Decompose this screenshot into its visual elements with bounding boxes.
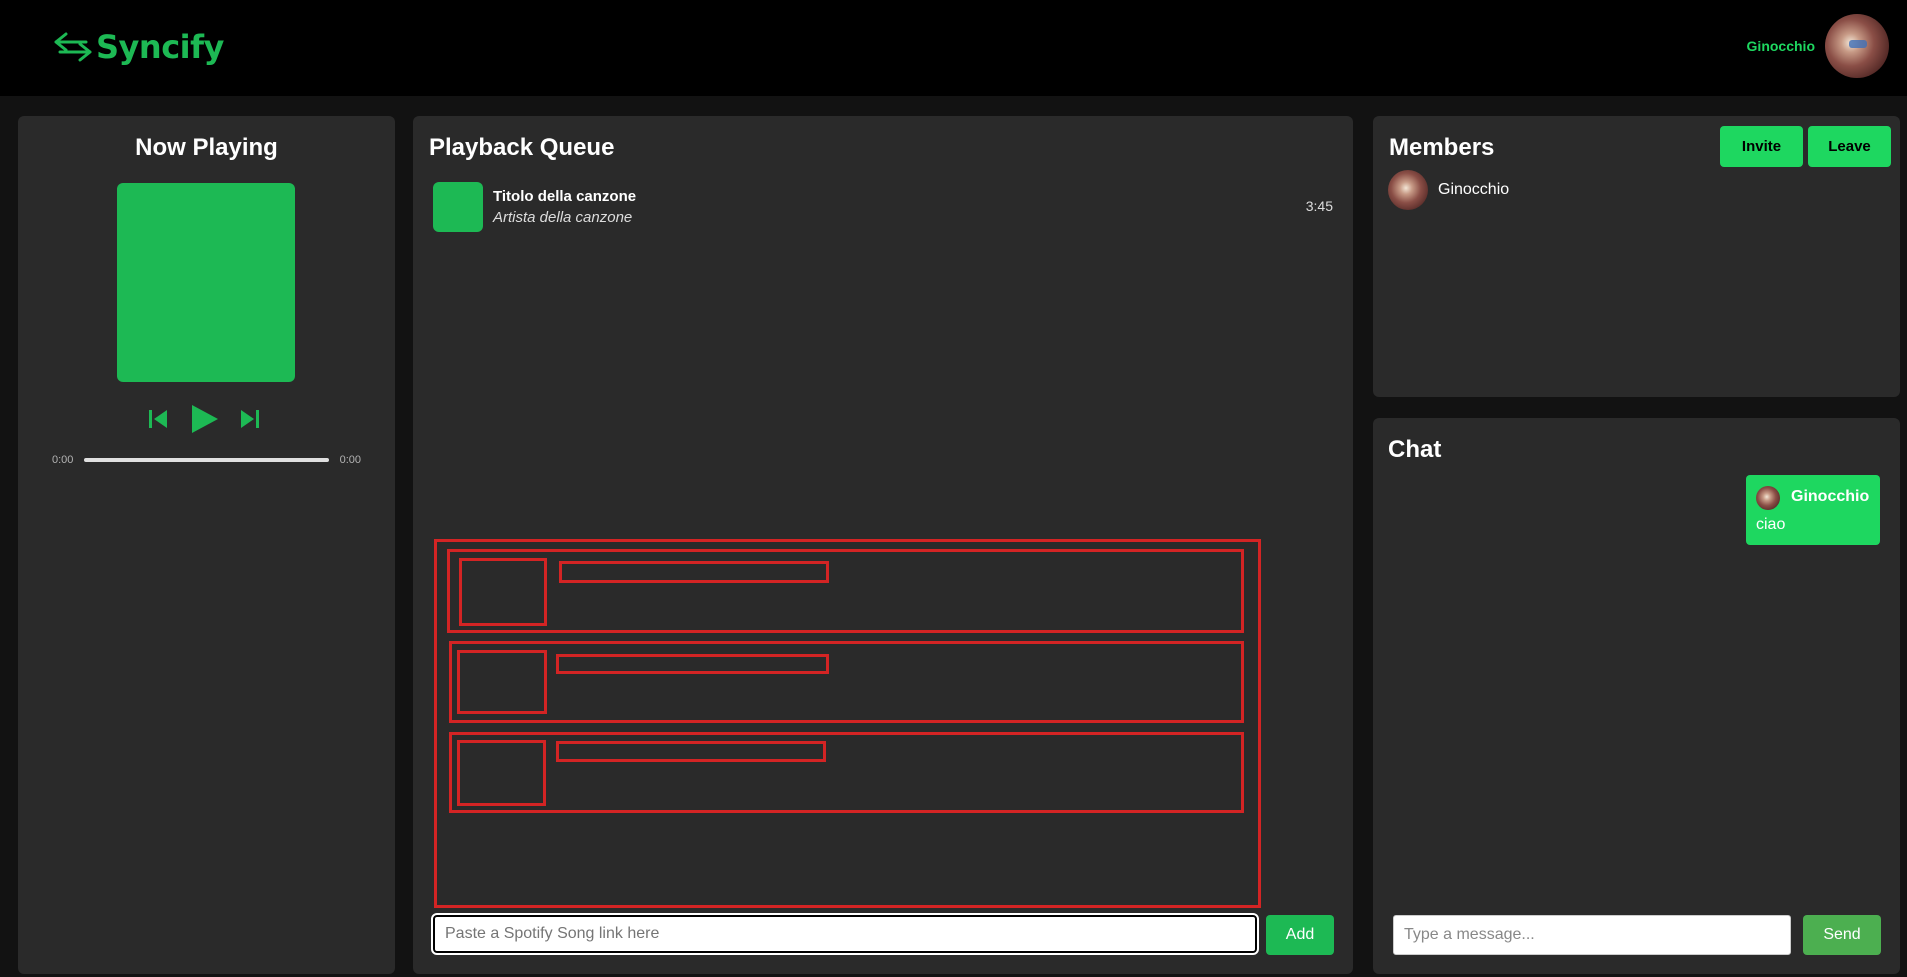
members-title: Members xyxy=(1389,134,1495,161)
current-time: 0:00 xyxy=(52,454,74,466)
app-header: Syncify Ginocchio xyxy=(0,0,1907,96)
next-icon xyxy=(241,410,259,428)
wireframe-thumb xyxy=(457,740,546,806)
queue-item-artist: Artista della canzone xyxy=(493,209,633,226)
previous-icon xyxy=(149,410,167,428)
play-icon xyxy=(192,405,218,433)
message-text: ciao xyxy=(1756,516,1786,533)
send-button[interactable]: Send xyxy=(1803,915,1881,955)
message-avatar xyxy=(1756,486,1780,510)
chat-panel: Chat Ginocchio ciao Send xyxy=(1373,418,1900,974)
member-name: Ginocchio xyxy=(1438,181,1510,198)
progress-bar[interactable] xyxy=(84,458,329,462)
queue-item-title: Titolo della canzone xyxy=(493,188,637,205)
previous-button[interactable] xyxy=(143,404,173,434)
chat-message: Ginocchio ciao xyxy=(1746,475,1880,545)
members-panel: Members Invite Leave Ginocchio xyxy=(1373,116,1900,397)
chat-title: Chat xyxy=(1388,436,1442,463)
user-avatar[interactable] xyxy=(1825,14,1889,78)
playback-controls xyxy=(143,404,281,434)
next-button[interactable] xyxy=(235,404,265,434)
leave-button[interactable]: Leave xyxy=(1808,126,1891,167)
song-link-input[interactable] xyxy=(431,913,1259,955)
app-name: Syncify xyxy=(96,28,224,66)
header-username: Ginocchio xyxy=(1746,38,1815,54)
queue-item-thumbnail xyxy=(433,182,483,232)
chat-input[interactable] xyxy=(1393,915,1791,955)
progress-row: 0:00 0:00 xyxy=(52,454,361,466)
queue-title: Playback Queue xyxy=(429,134,615,161)
wireframe-thumb xyxy=(459,558,547,626)
now-playing-panel: Now Playing 0:00 0:00 xyxy=(18,116,395,974)
user-menu[interactable]: Ginocchio xyxy=(1747,14,1889,78)
member-item[interactable]: Ginocchio xyxy=(1388,170,1509,210)
queue-item[interactable]: Titolo della canzone Artista della canzo… xyxy=(433,182,1333,232)
wireframe-thumb xyxy=(457,650,547,714)
total-time: 0:00 xyxy=(339,454,361,466)
invite-button[interactable]: Invite xyxy=(1720,126,1803,167)
queue-panel: Playback Queue Titolo della canzone Arti… xyxy=(413,116,1353,974)
wireframe-bar xyxy=(556,654,829,674)
member-avatar xyxy=(1388,170,1428,210)
wireframe-bar xyxy=(556,741,826,762)
logo[interactable]: Syncify xyxy=(52,28,224,66)
now-playing-title: Now Playing xyxy=(135,134,278,161)
add-button[interactable]: Add xyxy=(1266,915,1334,955)
queue-item-duration: 3:45 xyxy=(1305,198,1333,214)
swap-arrows-icon xyxy=(54,32,92,62)
message-sender: Ginocchio xyxy=(1791,488,1870,505)
play-button[interactable] xyxy=(189,404,219,434)
album-cover xyxy=(117,183,295,382)
wireframe-bar xyxy=(559,561,829,583)
